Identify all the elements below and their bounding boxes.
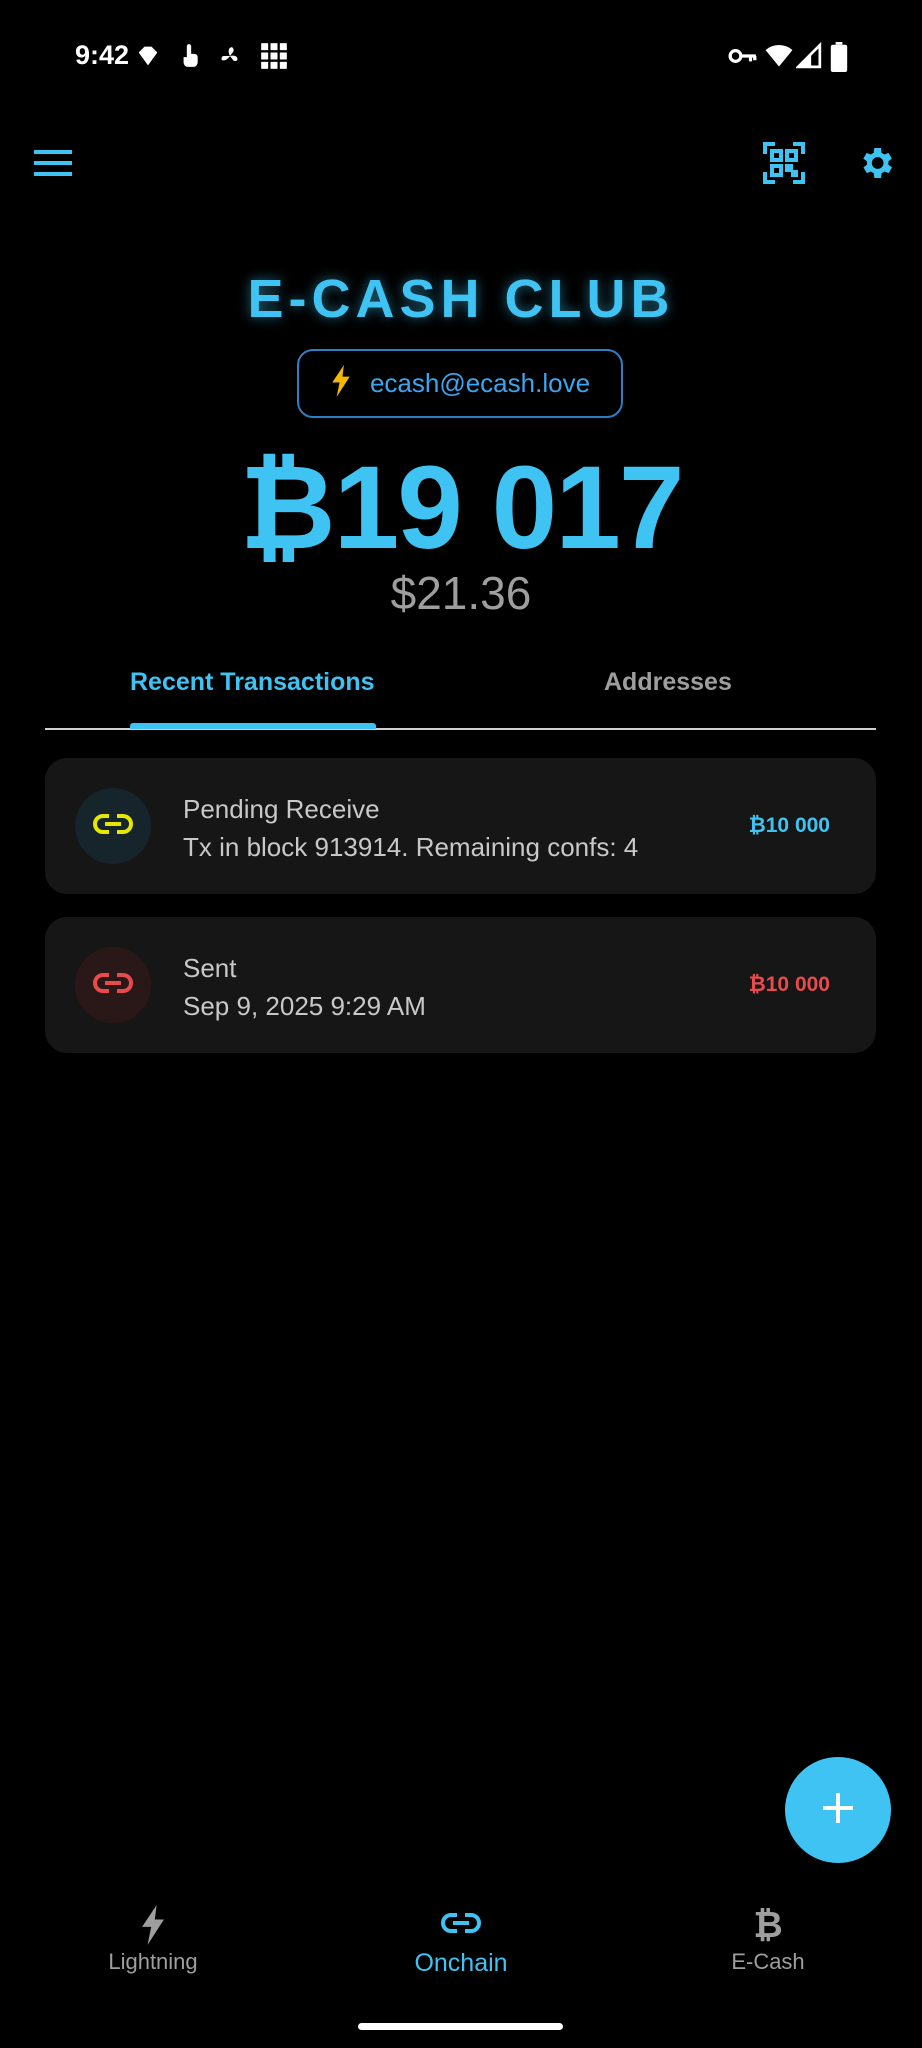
menu-button[interactable] [23,135,83,195]
lightning-address: ecash@ecash.love [369,368,591,398]
fiat-balance: $21.36 [390,567,532,619]
battery-icon [830,42,860,72]
transaction-card[interactable]: Pending Receive Tx in block 913914. Rema… [45,758,876,894]
signal-icon [794,41,826,72]
nav-label: E-Cash [731,1949,805,1974]
nav-label: Lightning [108,1949,198,1974]
link-icon [361,1905,561,1949]
club-title: E-CASH CLUB [247,269,675,329]
nav-lightning[interactable]: Lightning [53,1905,253,1975]
qr-scan-icon [763,141,805,189]
balance-amount: ₿19 017 [239,442,684,574]
gear-icon [856,143,896,188]
transaction-card[interactable]: Sent Sep 9, 2025 9:29 AM ₿10 000 [45,917,876,1053]
nav-label: Onchain [414,1949,508,1977]
nav-onchain[interactable]: Onchain [361,1905,561,1978]
transaction-subtitle: Tx in block 913914. Remaining confs: 4 [183,832,639,862]
qr-scan-button[interactable] [754,135,814,195]
transaction-title: Pending Receive [183,794,380,824]
transaction-icon-badge [75,788,151,864]
home-indicator[interactable] [358,2023,563,2030]
plus-icon [821,1791,855,1830]
nav-ecash[interactable]: ₿ E-Cash [668,1905,868,1975]
lightning-bolt-icon [330,365,352,402]
link-icon [93,971,133,1000]
link-icon [93,812,133,841]
vpn-key-icon [728,42,758,72]
lightning-bolt-icon [53,1905,253,1949]
diamond-icon [134,42,164,72]
transaction-title: Sent [183,953,237,983]
transaction-subtitle: Sep 9, 2025 9:29 AM [183,991,426,1021]
bitcoin-icon: ₿ [753,1904,783,1945]
add-fab-button[interactable] [785,1757,891,1863]
tab-addresses[interactable]: Addresses [604,668,732,697]
touch-icon [176,42,206,72]
transaction-icon-badge [75,947,151,1023]
fan-icon [216,42,246,72]
lightning-address-chip[interactable]: ecash@ecash.love [297,349,623,418]
hamburger-menu-icon [34,148,72,183]
transaction-amount: ₿10 000 [748,973,830,996]
wifi-icon [764,42,794,72]
grid-icon [260,42,290,72]
status-bar: 9:42 [0,0,922,115]
transaction-amount: ₿10 000 [748,814,830,837]
status-time: 9:42 [75,40,130,70]
tab-recent-transactions[interactable]: Recent Transactions [130,668,375,697]
tab-active-indicator [130,723,376,729]
settings-button[interactable] [846,135,906,195]
